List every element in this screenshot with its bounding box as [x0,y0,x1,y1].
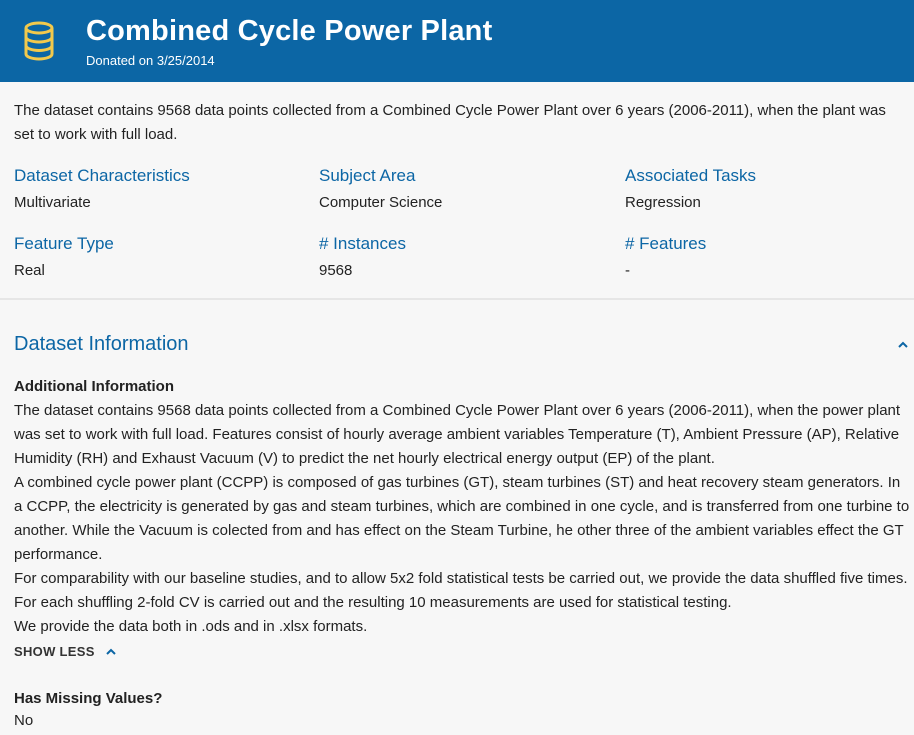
missing-values-value: No [14,712,34,729]
features-value: - [625,262,630,279]
chevron-up-icon[interactable] [896,338,910,350]
instances-value: 9568 [319,262,353,279]
feature-type-label: Feature Type [14,234,114,253]
donated-date: Donated on 3/25/2014 [86,53,215,68]
additional-information-heading: Additional Information [14,378,174,395]
page-header: Combined Cycle Power Plant Donated on 3/… [0,0,914,82]
page-title: Combined Cycle Power Plant [86,15,493,47]
subject-area-value: Computer Science [319,194,443,211]
characteristics-label: Dataset Characteristics [14,166,190,185]
instances-label: # Instances [319,234,406,253]
chevron-up-icon [106,648,116,655]
features-label: # Features [625,234,707,253]
database-icon [24,21,54,61]
info-paragraph: The dataset contains 9568 data points co… [14,402,901,467]
dataset-summary: The dataset contains 9568 data points co… [14,102,886,143]
info-paragraph: We provide the data both in .ods and in … [14,618,368,635]
section-divider [0,298,914,300]
show-less-label: SHOW LESS [14,644,95,659]
associated-tasks-label: Associated Tasks [625,166,757,185]
characteristics-value: Multivariate [14,194,91,211]
info-paragraph: A combined cycle power plant (CCPP) is c… [14,474,910,563]
show-less-button[interactable]: SHOW LESS [14,644,117,659]
missing-values-heading: Has Missing Values? [14,690,163,707]
subject-area-label: Subject Area [319,166,416,185]
dataset-information-heading: Dataset Information [14,333,189,355]
feature-type-value: Real [14,262,45,279]
info-paragraph: For comparability with our baseline stud… [14,570,908,611]
associated-tasks-value: Regression [625,194,701,211]
